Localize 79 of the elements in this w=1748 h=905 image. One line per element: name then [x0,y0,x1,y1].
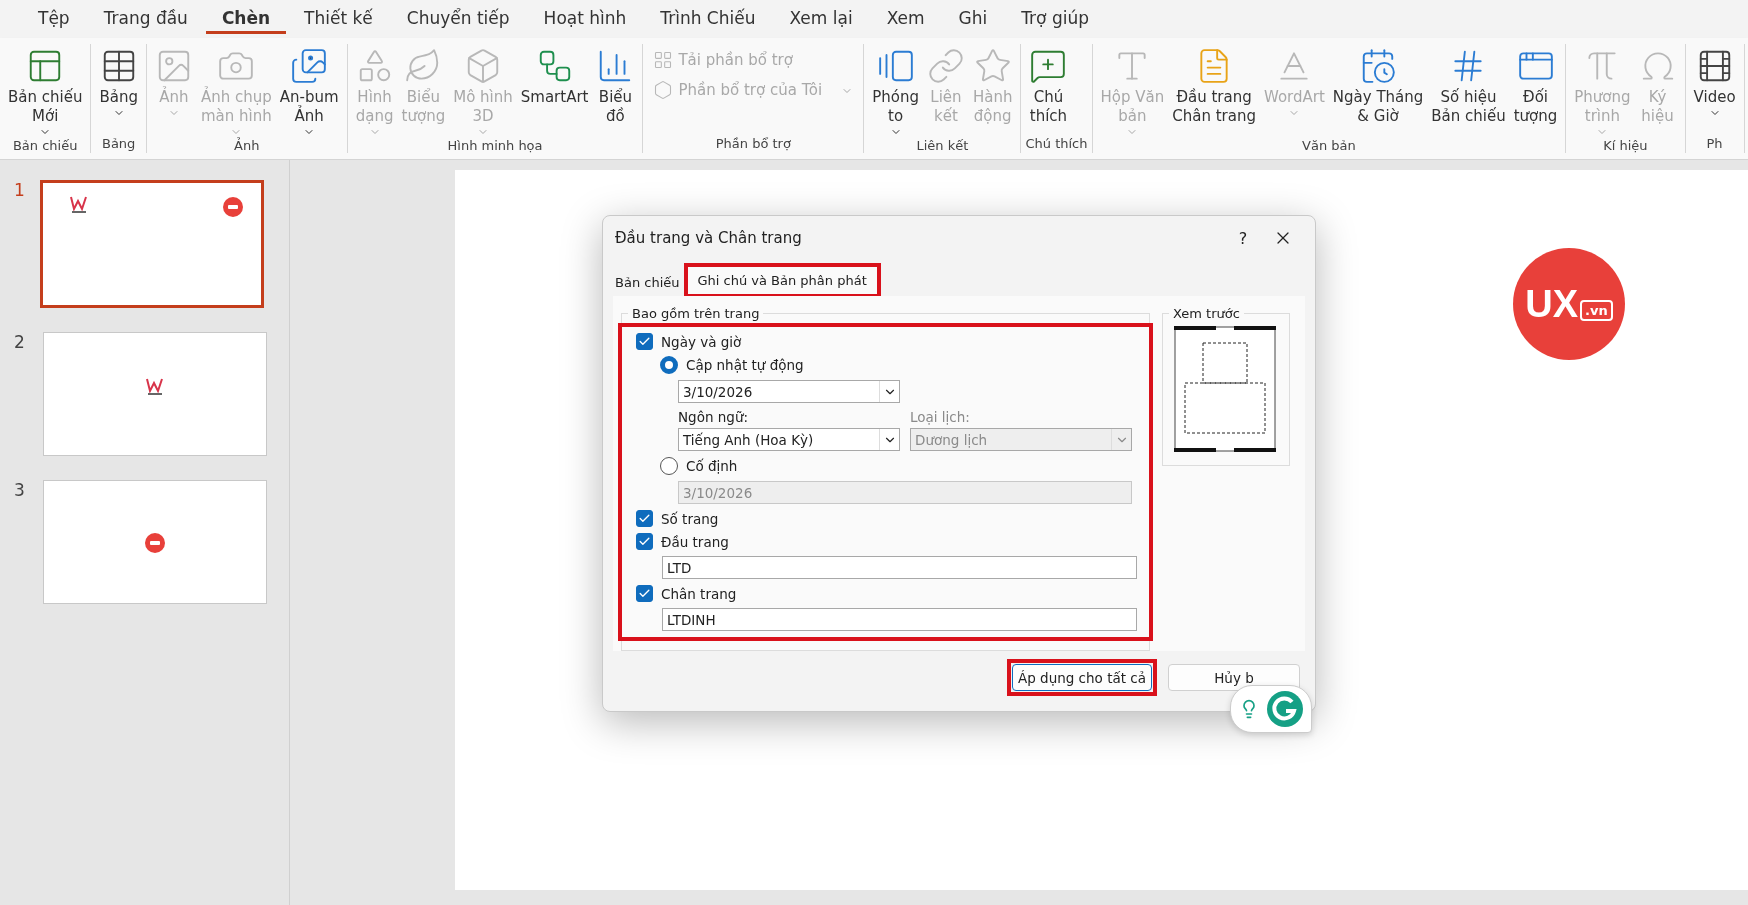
check-icon [638,335,651,348]
dialog-title: Đầu trang và Chân trang [615,229,803,247]
dialog-button[interactable]: Áp dụng cho tất cả [1012,664,1152,691]
ribbon-tab[interactable]: Xem [870,4,941,34]
checkbox[interactable] [636,333,653,350]
ribbon-button[interactable]: Đầu trang Chân trang [1168,44,1260,126]
dialog-button[interactable]: Hủy b [1168,664,1300,691]
ribbon-button[interactable]: Bảng [95,44,142,119]
group-label: Bảng [101,136,137,153]
ribbon-tab[interactable]: Hoạt hình [527,4,643,34]
ribbon-button[interactable]: Số hiệu Bản chiếu [1427,44,1510,126]
slide-number: 2 [13,332,26,352]
slide-thumbnail[interactable] [43,332,267,456]
checkbox-label: Chân trang [661,585,737,602]
group-legend: Xem trước [1169,306,1244,321]
ribbon-tab[interactable]: Chuyển tiếp [390,4,526,34]
field-label: Loại lịch: [910,409,971,425]
logo-badge-icon [145,533,165,553]
dialog-tab[interactable]: Bản chiếu [615,269,680,296]
check-icon [638,512,651,525]
group-label: Hình minh họa [446,138,544,155]
checkbox[interactable] [636,533,653,550]
logo-badge-icon [223,197,243,217]
grid-plus-icon [653,50,674,70]
checkbox[interactable] [636,510,653,527]
ribbon-tab[interactable]: Trang đầu [87,4,204,34]
date-dropdown[interactable]: 3/10/2026 [678,380,900,403]
ribbon-tab[interactable]: Tệp [22,4,86,34]
checkbox-label: Ngày và giờ [661,333,742,350]
radio-label: Cập nhật tự động [686,357,804,373]
images-icon [290,47,329,85]
ribbon-button[interactable]: Ngày Tháng & Giờ [1328,44,1428,126]
group-label: Chú thích [1025,136,1088,153]
text-field[interactable]: LTDINH [662,608,1137,631]
language-dropdown[interactable]: Tiếng Anh (Hoa Kỳ) [678,428,900,451]
logo-mark-icon [68,195,90,215]
assistant-widget[interactable] [1230,685,1312,733]
ribbon-button[interactable]: Biểu đồ [592,44,639,126]
ribbon-button[interactable]: An-bum Ảnh [275,44,343,138]
help-button[interactable]: ? [1223,228,1263,248]
ribbon-tab[interactable]: Chèn [205,4,287,34]
ribbon-button[interactable]: Chú thích [1025,44,1072,126]
ribbon-button[interactable]: Video [1689,44,1740,119]
group-label: Ph [1705,136,1724,153]
hexagon-icon [653,80,674,100]
logo-text: UX [1525,282,1579,326]
link-icon [926,47,965,85]
ribbon-tab[interactable]: Trình Chiếu [644,4,772,34]
group-label: Ảnh [233,138,261,155]
assistant-logo-icon [1267,691,1303,727]
checkbox-label: Đầu trang [661,533,729,550]
logo-mark-icon [144,377,166,397]
radio-button[interactable] [660,356,678,374]
checkbox[interactable] [636,585,653,602]
slide-thumbnail[interactable] [43,480,267,604]
group-label: Bản chiếu [11,138,79,155]
logo-suffix: .vn [1580,299,1613,321]
group-label: Kí hiệu [1602,138,1649,155]
checkbox-label: Số trang [661,510,719,527]
ribbon-tab[interactable]: Thiết kế [288,4,389,34]
ribbon-tab[interactable]: Ghi [942,4,1004,34]
ribbon-tab[interactable]: Xem lại [773,4,869,34]
group-label: Văn bản [1301,138,1357,155]
slide-thumbnail[interactable] [40,180,264,308]
field-label: Ngôn ngữ: [678,409,749,425]
group-legend: Bao gồm trên trang [628,306,764,321]
ribbon-button[interactable]: Bản chiếu Mới [4,44,87,138]
check-icon [638,535,651,548]
ribbon-button[interactable]: Đối tượng [1509,44,1562,126]
group-label: Phần bổ trợ [714,136,792,153]
slide-number: 3 [13,480,26,500]
group-label: Liên kết [915,138,970,155]
ribbon-tab[interactable]: Trợ giúp [1005,4,1105,34]
text-field[interactable]: LTD [662,556,1137,579]
radio-label: Cố định [686,458,738,474]
slide-number: 1 [13,180,26,200]
ribbon-button[interactable]: SmartArt [516,44,593,107]
ribbon-button[interactable]: Phóng to [868,44,923,138]
check-icon [638,587,651,600]
